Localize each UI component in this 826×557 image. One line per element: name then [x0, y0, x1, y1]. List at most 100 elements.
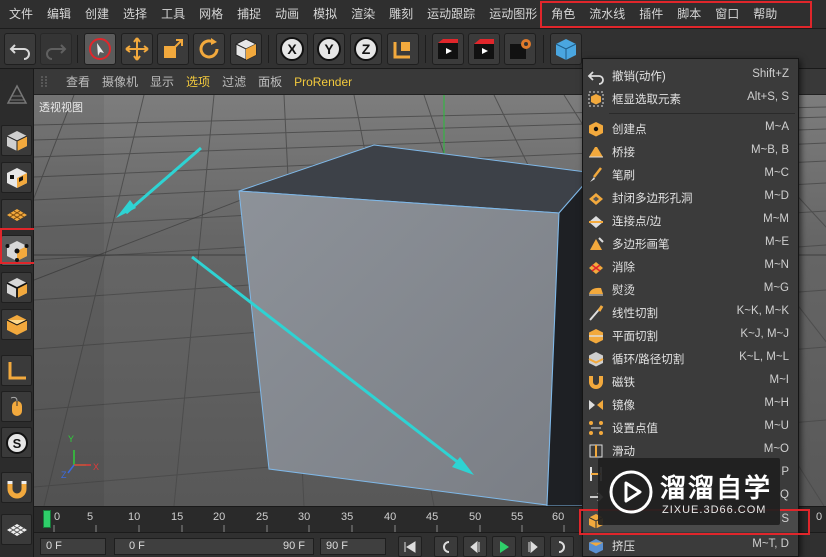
- snapping-button[interactable]: S: [1, 427, 32, 458]
- x-axis-lock-button[interactable]: X: [276, 33, 308, 65]
- undo-button[interactable]: [4, 33, 36, 65]
- watermark-url: ZIXUE.3D66.COM: [662, 504, 767, 516]
- grid-icon: [6, 523, 27, 536]
- menu-item-mirror[interactable]: 镜像 M~H: [583, 393, 798, 416]
- menu-item-create-point[interactable]: 创建点 M~A: [583, 117, 798, 140]
- render-to-picture-viewer-button[interactable]: [468, 33, 500, 65]
- menu-item-dissolve[interactable]: 消除 M~N: [583, 255, 798, 278]
- live-selection-button[interactable]: [84, 33, 116, 65]
- texture-mode-button[interactable]: [1, 162, 32, 193]
- plane-cut-icon: [586, 326, 605, 345]
- menu-item-iron[interactable]: 熨烫 M~G: [583, 278, 798, 301]
- next-frame-icon: [528, 540, 538, 553]
- edges-mode-button[interactable]: [1, 272, 32, 303]
- cube-icon: [235, 38, 257, 61]
- magnet-snap-icon: [7, 480, 26, 498]
- menu-item-magnet[interactable]: 磁铁 M~I: [583, 370, 798, 393]
- primitive-cube-icon: [555, 39, 577, 60]
- enable-axis-button[interactable]: [1, 355, 32, 386]
- menu-item-connect-points-edges[interactable]: 连接点/边 M~M: [583, 209, 798, 232]
- menu-select[interactable]: 选择: [116, 0, 154, 29]
- menu-item-bridge[interactable]: 桥接 M~B, B: [583, 140, 798, 163]
- viewport-menu-cameras[interactable]: 摄像机: [96, 73, 144, 90]
- enable-axis-icon: [8, 361, 26, 379]
- menu-item-extrude[interactable]: 挤压 M~T, D: [583, 534, 798, 557]
- polygons-mode-icon: [6, 314, 27, 335]
- redo-button[interactable]: [40, 33, 72, 65]
- menu-animate[interactable]: 动画: [268, 0, 306, 29]
- cube-object-button[interactable]: [550, 33, 582, 65]
- render-view-button[interactable]: [432, 33, 464, 65]
- make-editable-button[interactable]: [1, 79, 32, 110]
- model-mode-button[interactable]: [1, 125, 32, 156]
- previous-key-button[interactable]: [434, 536, 458, 557]
- menu-item-brush[interactable]: 笔刷 M~C: [583, 163, 798, 186]
- menu-item-loop-path-cut[interactable]: 循环/路径切割 K~L, M~L: [583, 347, 798, 370]
- viewport-menu-view[interactable]: 查看: [60, 73, 96, 90]
- rotate-tool-button[interactable]: [193, 33, 225, 65]
- mirror-icon: [586, 395, 605, 414]
- y-axis-lock-button[interactable]: Y: [313, 33, 345, 65]
- menu-snap[interactable]: 捕捉: [230, 0, 268, 29]
- viewport-menu-options[interactable]: 选项: [180, 73, 216, 90]
- workplane-icon: [6, 208, 27, 221]
- z-axis-lock-button[interactable]: Z: [350, 33, 382, 65]
- end-frame-field[interactable]: 90 F: [320, 538, 386, 555]
- menu-create[interactable]: 创建: [78, 0, 116, 29]
- coordinate-system-button[interactable]: [387, 33, 419, 65]
- x-axis-icon: X: [280, 37, 304, 61]
- magnet-snap-button[interactable]: [1, 472, 32, 503]
- y-axis-icon: Y: [317, 37, 341, 61]
- previous-frame-button[interactable]: [463, 536, 487, 557]
- viewport-menu-filter[interactable]: 过滤: [216, 73, 252, 90]
- menu-render[interactable]: 渲染: [344, 0, 382, 29]
- menu-simulate[interactable]: 模拟: [306, 0, 344, 29]
- menu-mograph[interactable]: 运动图形: [482, 0, 544, 29]
- frame-selection-icon: [586, 89, 605, 108]
- viewport-menu-panel[interactable]: 面板: [252, 73, 288, 90]
- next-frame-button[interactable]: [521, 536, 545, 557]
- next-key-button[interactable]: [550, 536, 574, 557]
- texture-mode-icon: [6, 167, 27, 188]
- go-to-start-button[interactable]: [398, 536, 422, 557]
- svg-text:Y: Y: [324, 41, 334, 57]
- make-editable-icon: [6, 83, 27, 104]
- menu-sculpt[interactable]: 雕刻: [382, 0, 420, 29]
- menu-tools[interactable]: 工具: [154, 0, 192, 29]
- render-settings-button[interactable]: [504, 33, 536, 65]
- tweak-mode-button[interactable]: [1, 391, 32, 422]
- menu-item-line-cut[interactable]: 线性切割 K~K, M~K: [583, 301, 798, 324]
- snapping-icon: S: [5, 431, 28, 454]
- move-tool-button[interactable]: [121, 33, 153, 65]
- object-button[interactable]: [230, 33, 262, 65]
- scale-tool-button[interactable]: [157, 33, 189, 65]
- mouse-icon: [10, 396, 22, 416]
- loop-path-cut-icon: [586, 349, 605, 368]
- polygons-mode-button[interactable]: [1, 309, 32, 340]
- grid-display-button[interactable]: [1, 514, 32, 545]
- menu-edit[interactable]: 编辑: [40, 0, 78, 29]
- viewport-menu-display[interactable]: 显示: [144, 73, 180, 90]
- workplane-mode-button[interactable]: [1, 199, 32, 230]
- left-mode-palette: S: [0, 69, 34, 557]
- menu-item-frame-selection[interactable]: 框显选取元素 Alt+S, S: [583, 87, 798, 110]
- menu-item-polygon-pen[interactable]: 多边形画笔 M~E: [583, 232, 798, 255]
- menu-motion-tracking[interactable]: 运动跟踪: [420, 0, 482, 29]
- timeline-highlight: [540, 1, 812, 28]
- menu-item-plane-cut[interactable]: 平面切割 K~J, M~J: [583, 324, 798, 347]
- live-selection-icon: [89, 38, 111, 60]
- menu-item-close-polygon-hole[interactable]: 封闭多边形孔洞 M~D: [583, 186, 798, 209]
- axis-z-label: Z: [61, 470, 67, 480]
- viewport-menu-prorender[interactable]: ProRender: [288, 75, 358, 89]
- play-button[interactable]: [492, 536, 516, 557]
- menu-file[interactable]: 文件: [2, 0, 40, 29]
- menu-mesh[interactable]: 网格: [192, 0, 230, 29]
- previous-frame-icon: [470, 540, 480, 553]
- menu-item-undo-action[interactable]: 撤销(动作) Shift+Z: [583, 64, 798, 87]
- svg-text:X: X: [287, 41, 297, 57]
- iron-icon: [586, 280, 605, 299]
- cube-object[interactable]: [238, 144, 595, 506]
- current-frame-field[interactable]: 0 F: [40, 538, 106, 555]
- menu-item-set-point-value[interactable]: 设置点值 M~U: [583, 416, 798, 439]
- preview-range-slider[interactable]: 0 F 90 F: [114, 538, 314, 555]
